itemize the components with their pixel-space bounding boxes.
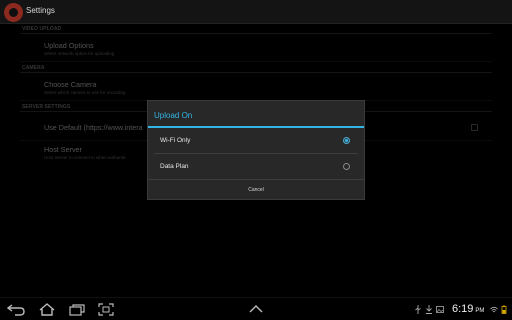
battery-icon	[500, 305, 508, 314]
wifi-icon	[490, 305, 498, 314]
action-bar-title: Settings	[26, 6, 55, 15]
option-label: Data Plan	[160, 163, 189, 170]
system-navigation-bar: 6:19 PM	[0, 297, 512, 320]
cancel-button[interactable]: Cancel	[148, 180, 364, 200]
home-icon[interactable]	[37, 303, 57, 316]
radio-selected-icon[interactable]	[343, 137, 350, 144]
recent-apps-icon[interactable]	[67, 303, 87, 316]
screenshot-icon[interactable]	[96, 303, 116, 316]
action-bar: Settings	[0, 0, 512, 24]
clock-am-pm: PM	[475, 308, 485, 314]
clock-time: 6:19	[452, 303, 474, 315]
image-icon	[436, 305, 444, 314]
usb-icon	[414, 305, 422, 314]
download-icon	[425, 305, 433, 314]
status-clock: 6:19 PM	[452, 303, 484, 315]
app-logo-icon[interactable]	[4, 3, 23, 22]
dialog-title: Upload On	[154, 111, 193, 120]
back-icon[interactable]	[6, 303, 26, 316]
upload-on-dialog: Upload On Wi-Fi Only Data Plan Cancel	[147, 100, 365, 200]
option-label: Wi-Fi Only	[160, 137, 191, 144]
option-wifi-only[interactable]: Wi-Fi Only	[148, 128, 364, 153]
radio-unselected-icon[interactable]	[343, 163, 350, 170]
dialog-button-bar: Cancel	[148, 179, 364, 199]
up-arrow-icon[interactable]	[246, 303, 266, 316]
option-data-plan[interactable]: Data Plan	[148, 154, 364, 179]
